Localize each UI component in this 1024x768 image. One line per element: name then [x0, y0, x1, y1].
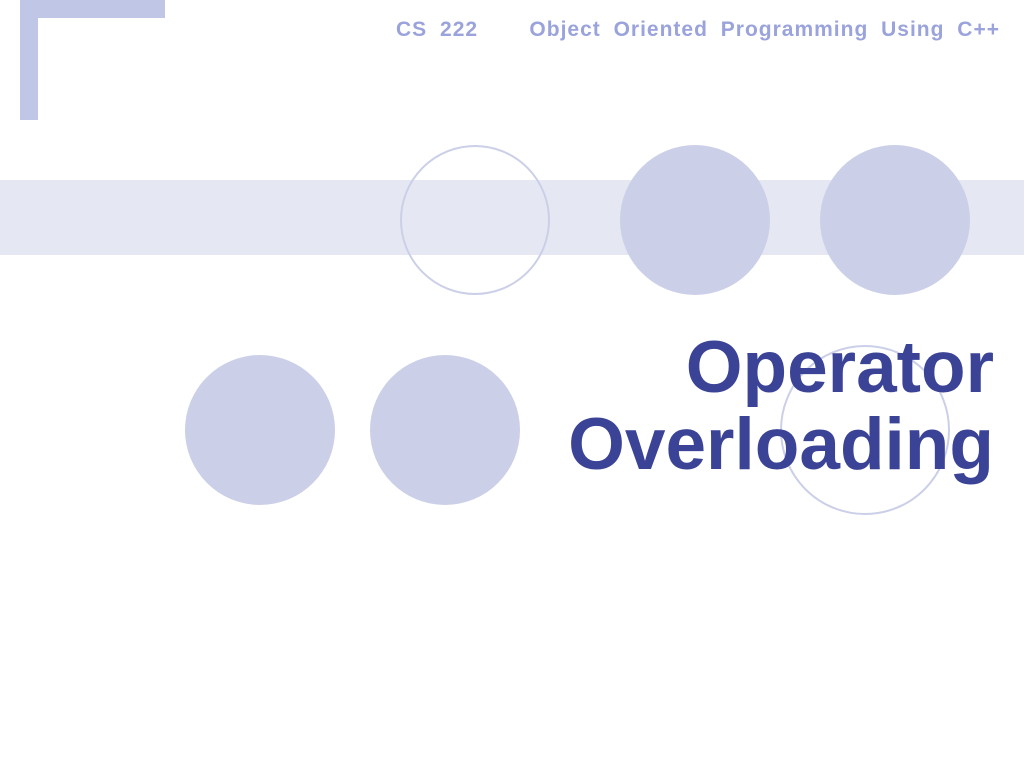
decorative-circle-outline-top: [400, 145, 550, 295]
decorative-circle-filled-bottom-left: [185, 355, 335, 505]
title-line-1: Operator: [568, 330, 994, 407]
course-title: Object Oriented Programming Using C++: [529, 18, 1000, 41]
course-code: CS 222: [396, 18, 478, 41]
decorative-circle-filled-top-right: [820, 145, 970, 295]
title-line-2: Overloading: [568, 407, 994, 484]
corner-left-bar: [20, 0, 38, 120]
slide-title: Operator Overloading: [568, 330, 994, 483]
corner-decoration: [20, 0, 165, 120]
course-header: CS 222 Object Oriented Programming Using…: [396, 18, 1000, 42]
decorative-circle-filled-bottom-mid: [370, 355, 520, 505]
corner-top-bar: [20, 0, 165, 18]
decorative-circle-filled-top-mid: [620, 145, 770, 295]
